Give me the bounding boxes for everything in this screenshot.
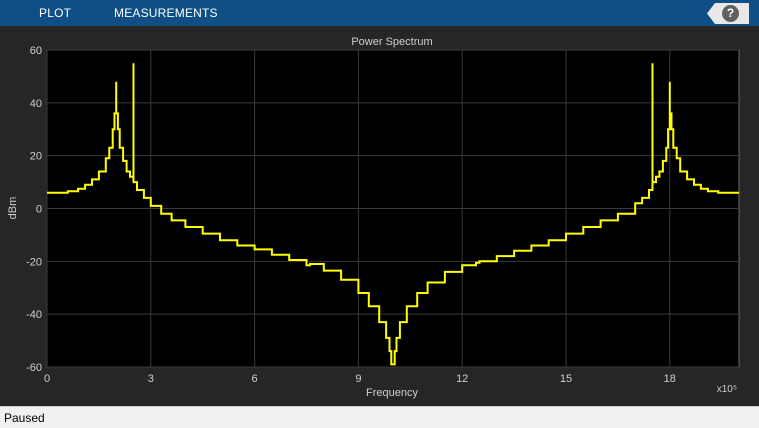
y-tick-label: -20 [26, 256, 42, 268]
status-text: Paused [4, 411, 45, 425]
x-tick-label: 18 [664, 373, 676, 385]
y-axis-label: dBm [7, 197, 19, 220]
toolstrip: PLOT MEASUREMENTS ? [0, 0, 759, 26]
y-tick-label: 60 [30, 45, 42, 57]
y-tick-label: -60 [26, 362, 42, 374]
x-tick-label: 9 [355, 373, 361, 385]
x-tick-label: 6 [252, 373, 258, 385]
help-area: ? [707, 3, 749, 24]
power-spectrum-chart[interactable]: Power Spectrum 0 3 6 9 12 15 18 60 40 20 0 -20 -40 -… [0, 26, 759, 406]
x-tick-label: 0 [44, 373, 50, 385]
tab-plot[interactable]: PLOT [39, 6, 71, 20]
x-tick-labels: 0 3 6 9 12 15 18 [44, 373, 676, 385]
tab-measurements[interactable]: MEASUREMENTS [114, 6, 218, 20]
y-tick-label: 0 [36, 204, 42, 216]
y-tick-label: 20 [30, 151, 42, 163]
y-tick-label: -40 [26, 309, 42, 321]
x-axis-label: Frequency [366, 387, 418, 399]
x-tick-label: 3 [148, 373, 154, 385]
figure-area: Power Spectrum 0 3 6 9 12 15 18 60 40 20 0 -20 -40 -… [0, 26, 759, 406]
y-tick-label: 40 [30, 98, 42, 110]
x-axis-exponent: x10⁵ [717, 384, 737, 395]
status-bar: Paused [0, 406, 759, 428]
x-tick-label: 15 [560, 373, 572, 385]
y-tick-labels: 60 40 20 0 -20 -40 -60 [26, 45, 42, 374]
x-tick-label: 12 [456, 373, 468, 385]
help-icon[interactable]: ? [722, 5, 739, 22]
chart-title: Power Spectrum [351, 36, 432, 48]
